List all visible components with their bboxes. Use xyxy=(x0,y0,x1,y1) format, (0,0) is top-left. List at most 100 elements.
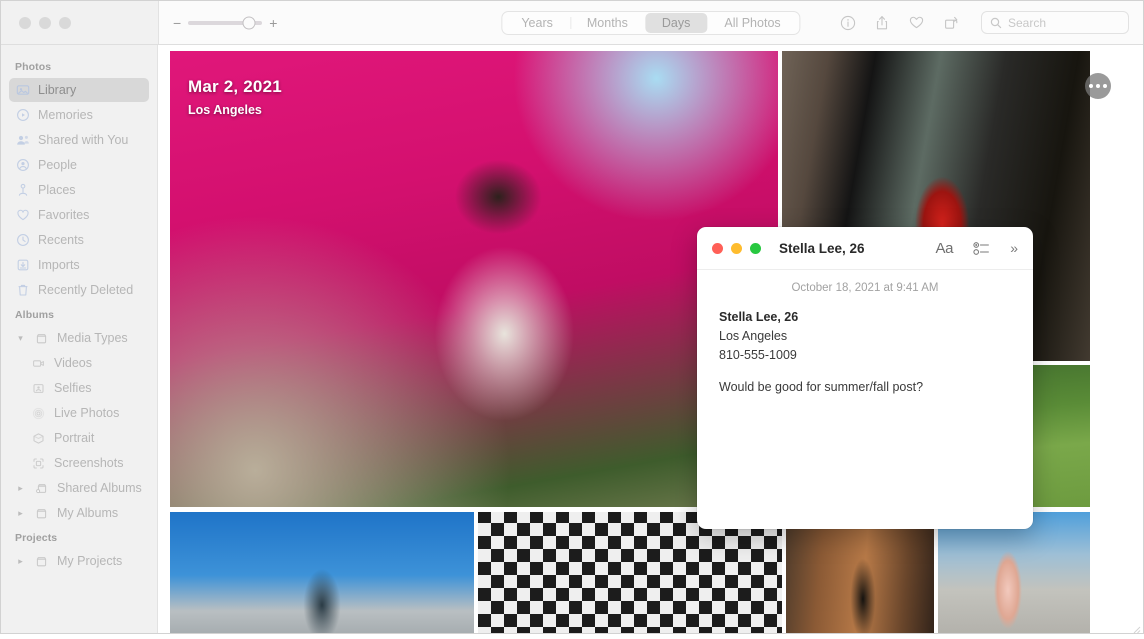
sidebar-item-live-photos[interactable]: Live Photos xyxy=(9,401,149,425)
sidebar: Photos Library Memories xyxy=(1,45,158,633)
sidebar-item-shared-albums[interactable]: ▸ Shared Albums xyxy=(9,476,149,500)
sidebar-item-label: Recents xyxy=(38,233,84,247)
notes-minimize-button[interactable] xyxy=(731,243,742,254)
notes-close-button[interactable] xyxy=(712,243,723,254)
video-icon xyxy=(31,356,46,371)
sidebar-item-screenshots[interactable]: Screenshots xyxy=(9,451,149,475)
sidebar-item-label: Places xyxy=(38,183,76,197)
chevron-down-icon[interactable]: ▾ xyxy=(15,333,26,344)
notes-timestamp: October 18, 2021 at 9:41 AM xyxy=(719,282,1011,294)
toolbar: − + Years Months Days All Photos xyxy=(1,1,1143,45)
import-icon xyxy=(15,258,30,273)
rotate-icon[interactable] xyxy=(943,15,959,31)
search-icon xyxy=(990,17,1002,29)
screenshot-icon xyxy=(31,456,46,471)
sidebar-item-label: My Projects xyxy=(57,554,122,568)
zoom-slider-knob[interactable] xyxy=(242,16,255,29)
sidebar-item-label: Shared Albums xyxy=(57,481,142,495)
zoom-slider-track[interactable] xyxy=(188,21,262,25)
folder-icon xyxy=(34,554,49,569)
sidebar-item-recents[interactable]: Recents xyxy=(9,228,149,252)
zoom-out-icon[interactable]: − xyxy=(173,16,181,30)
share-icon[interactable] xyxy=(874,15,890,31)
zoom-in-icon[interactable]: + xyxy=(269,16,277,30)
sidebar-item-videos[interactable]: Videos xyxy=(9,351,149,375)
sidebar-section-photos-header: Photos xyxy=(1,55,157,77)
notes-traffic-lights xyxy=(712,243,761,254)
portrait-icon xyxy=(31,431,46,446)
zoom-slider[interactable]: − + xyxy=(159,16,277,30)
window-resize-grip[interactable] xyxy=(1131,621,1141,631)
sidebar-item-my-albums[interactable]: ▸ My Albums xyxy=(9,501,149,525)
zoom-button[interactable] xyxy=(59,17,71,29)
notes-toolbar: Aa » xyxy=(935,240,1018,257)
more-options-button[interactable] xyxy=(1085,73,1111,99)
expand-chevrons-button[interactable]: » xyxy=(1010,240,1018,256)
checklist-icon[interactable] xyxy=(973,241,990,256)
sidebar-item-label: Selfies xyxy=(54,381,92,395)
chevron-right-icon[interactable]: ▸ xyxy=(15,556,26,567)
minimize-button[interactable] xyxy=(39,17,51,29)
sidebar-item-recently-deleted[interactable]: Recently Deleted xyxy=(9,278,149,302)
places-pin-icon xyxy=(15,183,30,198)
tab-all-photos[interactable]: All Photos xyxy=(707,13,797,33)
view-mode-segmented-control[interactable]: Years Months Days All Photos xyxy=(501,11,800,35)
memories-icon xyxy=(15,108,30,123)
chevron-right-icon[interactable]: ▸ xyxy=(15,508,26,519)
people-icon xyxy=(15,158,30,173)
tab-months[interactable]: Months xyxy=(570,13,645,33)
sidebar-item-label: Live Photos xyxy=(54,406,119,420)
sidebar-item-label: Favorites xyxy=(38,208,89,222)
notes-zoom-button[interactable] xyxy=(750,243,761,254)
notes-line: Stella Lee, 26 xyxy=(719,308,1011,327)
sidebar-item-library[interactable]: Library xyxy=(9,78,149,102)
shared-with-you-icon xyxy=(15,133,30,148)
notes-line: 810-555-1009 xyxy=(719,346,1011,365)
search-field[interactable]: Search xyxy=(981,11,1129,34)
notes-popup-window[interactable]: Stella Lee, 26 Aa » October 18, 2021 at … xyxy=(697,227,1033,529)
more-dot-icon xyxy=(1089,84,1093,88)
notes-line: Los Angeles xyxy=(719,327,1011,346)
sidebar-item-media-types[interactable]: ▾ Media Types xyxy=(9,326,149,350)
folder-icon xyxy=(34,331,49,346)
heart-icon xyxy=(15,208,30,223)
info-icon[interactable] xyxy=(840,15,856,31)
chevron-right-icon[interactable]: ▸ xyxy=(15,483,26,494)
sidebar-item-imports[interactable]: Imports xyxy=(9,253,149,277)
toolbar-actions: Search xyxy=(840,11,1129,34)
live-photo-icon xyxy=(31,406,46,421)
sidebar-item-favorites[interactable]: Favorites xyxy=(9,203,149,227)
photo-date-overlay: Mar 2, 2021 Los Angeles xyxy=(188,77,282,117)
shared-folder-icon xyxy=(34,481,49,496)
sidebar-item-shared-with-you[interactable]: Shared with You xyxy=(9,128,149,152)
notes-line: Would be good for summer/fall post? xyxy=(719,378,1011,397)
tab-years[interactable]: Years xyxy=(504,13,570,33)
photo-bougainvillea-portrait[interactable]: Mar 2, 2021 Los Angeles xyxy=(170,51,778,507)
notes-body[interactable]: October 18, 2021 at 9:41 AM Stella Lee, … xyxy=(697,270,1033,529)
sidebar-item-my-projects[interactable]: ▸ My Projects xyxy=(9,549,149,573)
photo-checkered-floor[interactable] xyxy=(478,512,782,633)
sidebar-item-places[interactable]: Places xyxy=(9,178,149,202)
sidebar-item-selfies[interactable]: Selfies xyxy=(9,376,149,400)
format-aa-button[interactable]: Aa xyxy=(935,240,953,257)
notes-titlebar: Stella Lee, 26 Aa » xyxy=(697,227,1033,270)
sidebar-item-people[interactable]: People xyxy=(9,153,149,177)
photo-location: Los Angeles xyxy=(188,103,282,117)
more-dot-icon xyxy=(1096,84,1100,88)
notes-spacer xyxy=(719,365,1011,378)
photo-bridge-walkway[interactable] xyxy=(170,512,474,633)
sidebar-item-portrait[interactable]: Portrait xyxy=(9,426,149,450)
photo-black-dress-wall[interactable] xyxy=(786,512,934,633)
sidebar-item-label: Videos xyxy=(54,356,92,370)
sidebar-item-label: Recently Deleted xyxy=(38,283,133,297)
photo-street-pink-coat[interactable] xyxy=(938,512,1090,633)
close-button[interactable] xyxy=(19,17,31,29)
sidebar-item-label: Screenshots xyxy=(54,456,123,470)
tab-days[interactable]: Days xyxy=(645,13,707,33)
selfie-icon xyxy=(31,381,46,396)
sidebar-item-memories[interactable]: Memories xyxy=(9,103,149,127)
photo-date: Mar 2, 2021 xyxy=(188,77,282,97)
sidebar-item-label: Media Types xyxy=(57,331,128,345)
sidebar-item-label: Library xyxy=(38,83,76,97)
favorite-heart-icon[interactable] xyxy=(908,14,925,31)
